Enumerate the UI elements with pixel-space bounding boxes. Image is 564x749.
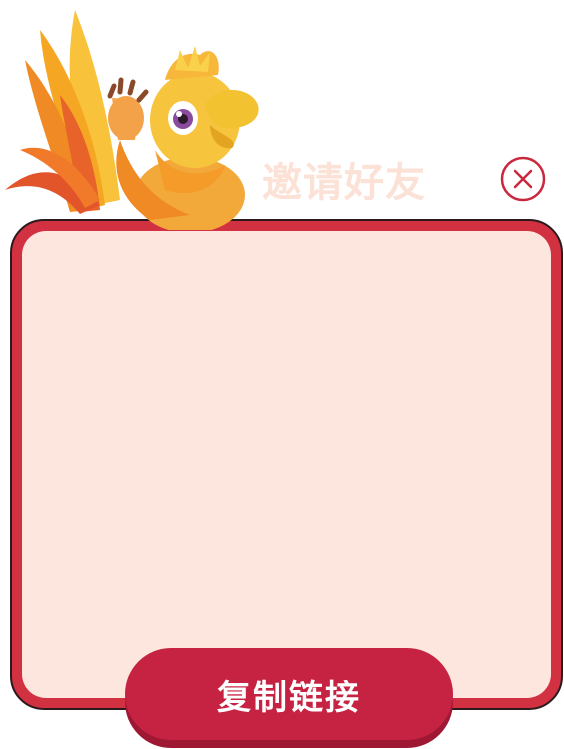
copy-link-button[interactable]: 复制链接 xyxy=(125,648,453,748)
copy-link-label: 复制链接 xyxy=(217,677,361,718)
dialog-title: 邀请好友 xyxy=(262,160,426,206)
dialog-content-panel xyxy=(22,231,551,698)
dialog-frame xyxy=(10,219,563,710)
close-button[interactable] xyxy=(500,156,546,202)
button-face: 复制链接 xyxy=(125,648,453,740)
phoenix-mascot-image xyxy=(5,10,259,230)
invite-friends-dialog: 邀请好友 复制链接 xyxy=(0,0,564,749)
close-x-circle-icon xyxy=(500,156,546,202)
